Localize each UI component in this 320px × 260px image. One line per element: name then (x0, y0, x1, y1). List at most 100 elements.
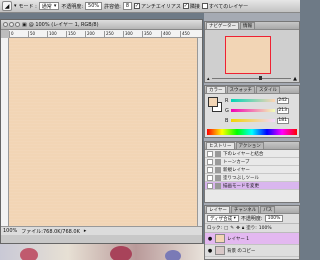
history-source-checkbox[interactable] (207, 150, 213, 157)
contiguous-option[interactable]: ✓ 隣接 (182, 3, 200, 10)
zoom-out-icon[interactable]: ▴ (207, 76, 210, 82)
tolerance-field[interactable]: 8 (122, 2, 133, 10)
color-row-g: G 213 (225, 107, 289, 114)
color-tabs: カラー スウォッチ スタイル (205, 86, 299, 94)
history-step-icon (215, 174, 221, 181)
green-value-field[interactable]: 213 (277, 107, 289, 114)
chevron-down-icon: ▾ (233, 216, 236, 221)
red-slider[interactable] (231, 99, 275, 102)
blue-slider[interactable] (231, 119, 275, 122)
tab-actions[interactable]: アクション (235, 142, 264, 149)
history-source-checkbox[interactable] (207, 182, 213, 189)
red-value-field[interactable]: 242 (277, 97, 289, 104)
close-icon[interactable] (3, 22, 8, 27)
mode-select[interactable]: 通常 ▾ (38, 2, 60, 10)
tab-layers[interactable]: レイヤー (206, 206, 230, 213)
lock-brush-icon[interactable]: ✎ (230, 226, 234, 231)
desktop-flower-image (20, 248, 38, 260)
all-layers-option[interactable]: すべてのレイヤー (201, 3, 248, 10)
vertical-scrollbar[interactable] (197, 38, 202, 226)
status-zoom[interactable]: 100% (3, 228, 17, 234)
lock-row: ロック: □ ✎ ✥ 🔒︎ 塗り: 100% (205, 224, 299, 233)
history-source-checkbox[interactable] (207, 166, 213, 173)
history-step-icon (215, 182, 221, 189)
image-canvas[interactable] (9, 38, 197, 226)
lock-transparent-icon[interactable]: □ (224, 226, 228, 231)
layers-tabs: レイヤー チャンネル パス (205, 206, 299, 214)
ruler-tick: 300 (123, 31, 142, 37)
paint-bucket-tool-icon[interactable]: ◢ (2, 1, 12, 11)
history-list: 下のレイヤーと結合 トーンカーブ 新規レイヤー 塗りつぶしツール 描画モードを変… (205, 150, 299, 202)
history-item[interactable]: トーンカーブ (205, 158, 299, 166)
navigator-tabs: ナビゲーター 情報 (205, 22, 299, 30)
history-item[interactable]: 新規レイヤー (205, 166, 299, 174)
history-source-checkbox[interactable] (207, 158, 213, 165)
zoom-in-icon[interactable]: ▲ (293, 76, 297, 82)
tab-color[interactable]: カラー (206, 86, 226, 93)
document-title: @ 100% (レイヤー 1, RGB/8) (28, 22, 99, 28)
zoom-track[interactable] (211, 76, 292, 80)
history-step-icon (215, 150, 221, 157)
document-window: ▣ @ 100% (レイヤー 1, RGB/8) 0 50 100 150 200 250… (0, 19, 203, 244)
tab-channels[interactable]: チャンネル (230, 206, 260, 213)
ruler-tick: 200 (85, 31, 104, 37)
foreground-color-swatch[interactable] (208, 97, 218, 107)
antialias-option[interactable]: ✓ アンチエイリアス (134, 3, 181, 10)
history-item[interactable]: 塗りつぶしツール (205, 174, 299, 182)
window-controls (3, 22, 20, 27)
desktop-flower-image (110, 246, 132, 260)
mode-label: モード : (18, 3, 37, 10)
green-slider[interactable] (231, 109, 275, 112)
tab-swatches[interactable]: スウォッチ (226, 86, 255, 93)
tab-styles[interactable]: スタイル (256, 86, 280, 93)
eye-icon[interactable]: ● (207, 248, 213, 254)
status-menu-arrow-icon[interactable]: ▸ (84, 228, 87, 234)
history-source-checkbox[interactable] (207, 174, 213, 181)
chevron-down-icon: ▾ (53, 3, 57, 9)
color-row-r: R 242 (225, 97, 289, 104)
layers-panel: レイヤー チャンネル パス ディザ合成 ▾ 不透明度: 100% ロック: □ … (204, 205, 300, 260)
layer-row[interactable]: ● 背景 のコピー (205, 245, 299, 257)
antialias-checkbox[interactable]: ✓ (134, 3, 141, 9)
fill-value[interactable]: 100% (259, 226, 272, 231)
minimize-icon[interactable] (9, 22, 14, 27)
history-step-icon (215, 158, 221, 165)
color-spectrum-bar[interactable] (207, 129, 297, 135)
palette-dock: ナビゲーター 情報 ▴ ▲ カラー スウォッチ スタイル R 242 G 213… (204, 13, 300, 260)
tab-info[interactable]: 情報 (240, 22, 255, 29)
tab-paths[interactable]: パス (260, 206, 276, 213)
layer-row-selected[interactable]: ● レイヤー 1 (205, 233, 299, 245)
navigator-zoom-slider[interactable]: ▴ ▲ (207, 76, 297, 82)
tab-navigator[interactable]: ナビゲーター (206, 22, 239, 29)
options-bar: ◢ ▾ モード : 通常 ▾ 不透明度: 50% 許容値: 8 ✓ アンチエイリ… (0, 0, 300, 13)
ruler-tick: 0 (9, 31, 28, 37)
blue-value-field[interactable]: 181 (277, 117, 289, 124)
opacity-field[interactable]: 50% (85, 2, 103, 10)
horizontal-scrollbar[interactable] (1, 235, 202, 243)
tab-history[interactable]: ヒストリー (206, 142, 235, 149)
color-body: R 242 G 213 B 181 (205, 94, 299, 137)
zoom-knob[interactable] (259, 76, 263, 80)
contiguous-checkbox[interactable]: ✓ (182, 3, 189, 9)
history-item-selected[interactable]: 描画モードを変更 (205, 182, 299, 190)
lock-all-icon[interactable]: 🔒︎ (242, 225, 244, 231)
blend-mode-select[interactable]: ディザ合成 ▾ (207, 215, 239, 222)
history-item[interactable]: 下のレイヤーと結合 (205, 150, 299, 158)
document-icon: ▣ (22, 21, 27, 28)
history-step-icon (215, 166, 221, 173)
layer-thumbnail (215, 234, 225, 243)
layer-opacity-field[interactable]: 100% (264, 215, 284, 222)
ruler-tick: 450 (180, 31, 199, 37)
zoom-icon[interactable] (15, 22, 20, 27)
document-titlebar: ▣ @ 100% (レイヤー 1, RGB/8) (1, 20, 202, 30)
eye-icon[interactable]: ● (207, 236, 213, 242)
lock-move-icon[interactable]: ✥ (236, 226, 240, 231)
layers-body: ディザ合成 ▾ 不透明度: 100% ロック: □ ✎ ✥ 🔒︎ 塗り: 100… (205, 214, 299, 259)
navigator-preview[interactable] (225, 36, 271, 74)
layer-opacity-label: 不透明度: (240, 216, 263, 222)
color-row-b: B 181 (225, 117, 289, 124)
all-layers-checkbox[interactable] (201, 3, 208, 9)
layer-options: ディザ合成 ▾ 不透明度: 100% (205, 214, 299, 224)
navigator-panel: ナビゲーター 情報 ▴ ▲ (204, 21, 300, 83)
desktop-background (0, 244, 204, 260)
